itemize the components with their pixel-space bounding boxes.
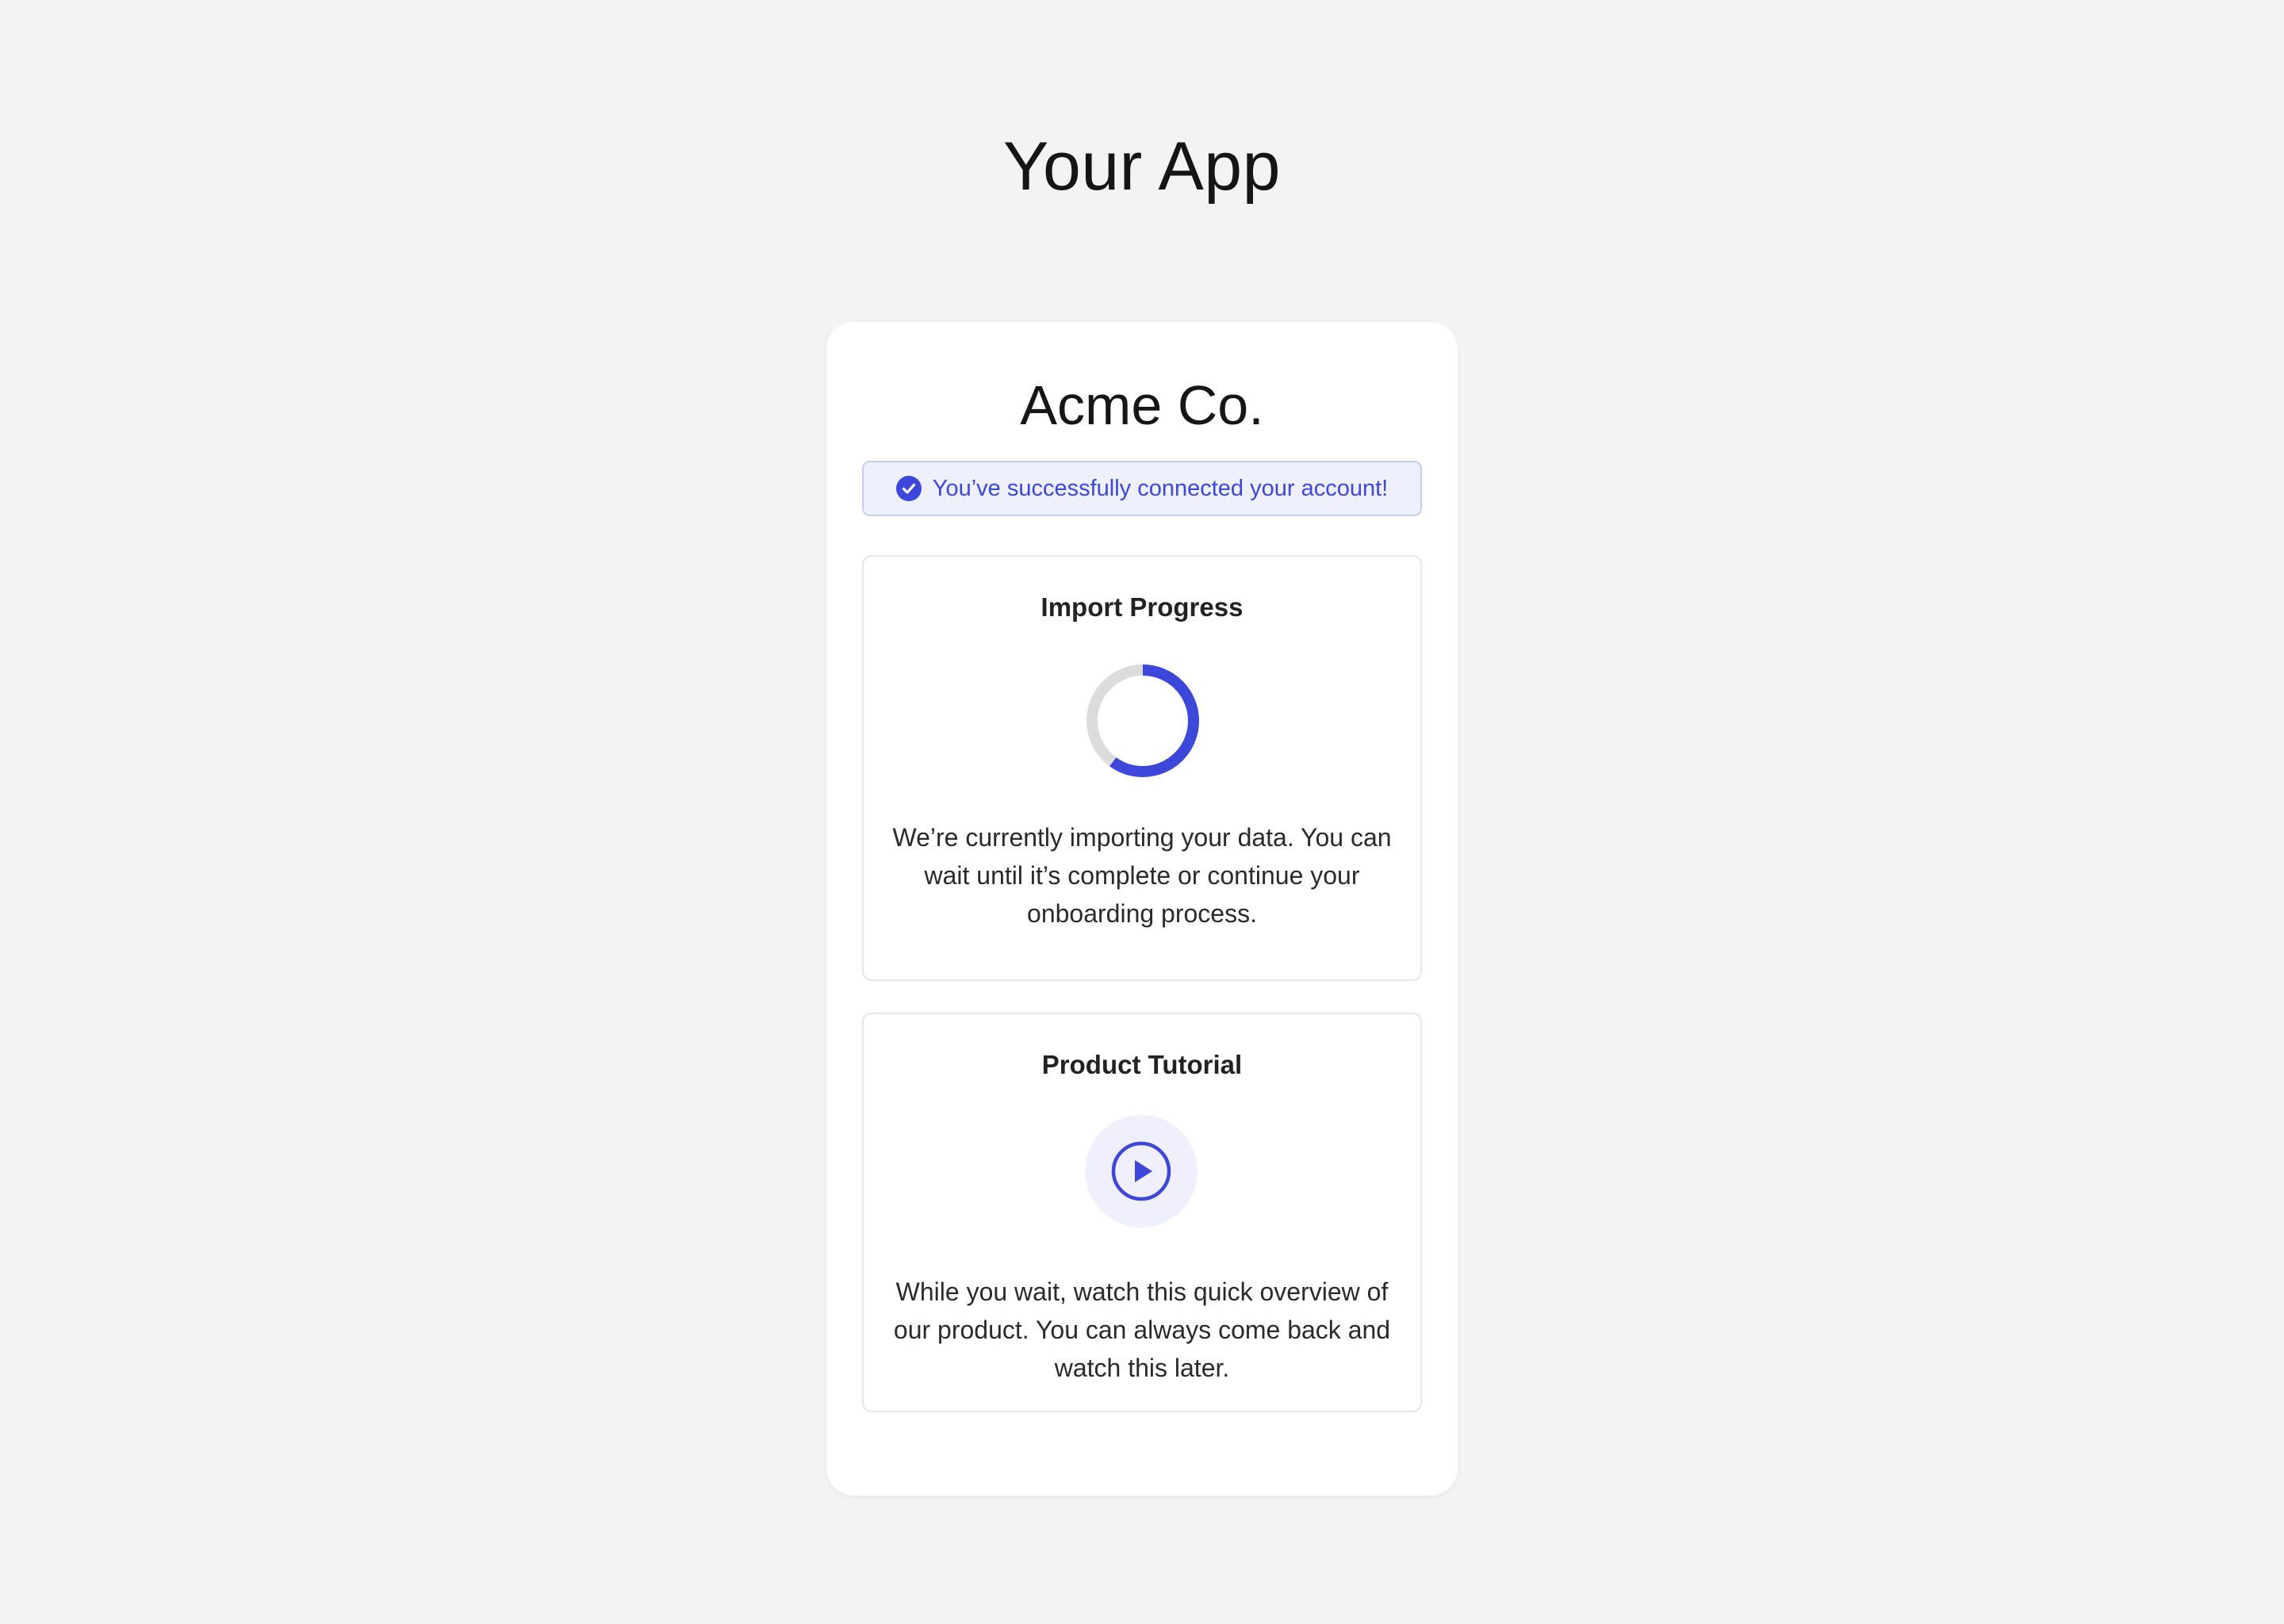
success-banner: You’ve successfully connected your accou…: [862, 461, 1422, 516]
play-icon: [1111, 1141, 1171, 1201]
check-circle-icon: [895, 476, 922, 501]
company-name: Acme Co.: [1020, 374, 1264, 436]
success-message: You’ve successfully connected your accou…: [932, 476, 1389, 501]
app-title: Your App: [1003, 128, 1281, 205]
import-progress-card: Import Progress We’re currently importin…: [862, 555, 1422, 981]
product-tutorial-card: Product Tutorial While you wait, watch t…: [862, 1013, 1422, 1412]
onboarding-card: Acme Co. You’ve successfully connected y…: [826, 322, 1458, 1496]
product-tutorial-title: Product Tutorial: [1041, 1050, 1243, 1079]
import-progress-description: We’re currently importing your data. You…: [892, 823, 1392, 928]
import-progress-ring: [1086, 665, 1199, 777]
product-tutorial-description: While you wait, watch this quick overvie…: [893, 1277, 1391, 1382]
import-progress-title: Import Progress: [1040, 592, 1244, 622]
play-tutorial-button[interactable]: [1085, 1115, 1198, 1228]
